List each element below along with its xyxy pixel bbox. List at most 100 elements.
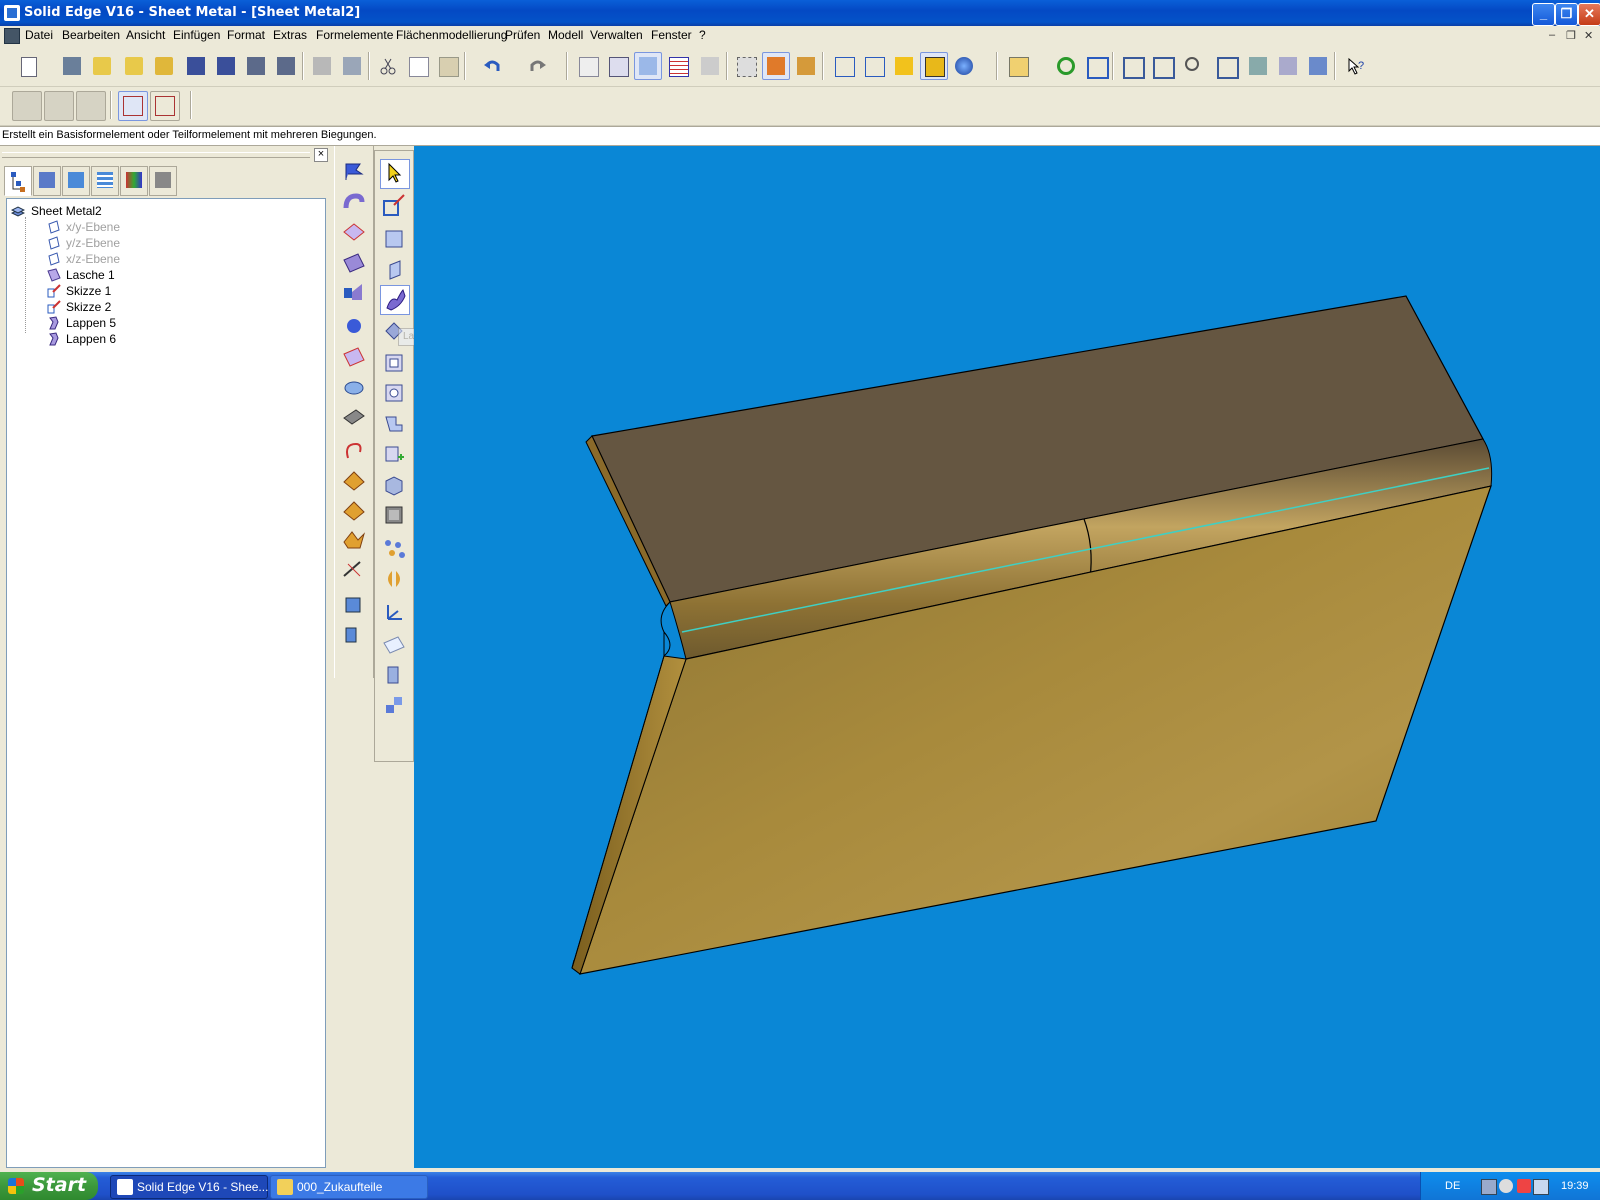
tab-tool-icon[interactable] [380, 225, 408, 253]
normal-cutout-tool-icon[interactable] [380, 379, 408, 407]
minimize-button[interactable]: _ [1532, 3, 1555, 26]
language-indicator[interactable]: DE [1445, 1180, 1460, 1192]
close-button[interactable]: ✕ [1578, 3, 1600, 26]
save-as-icon[interactable] [212, 52, 240, 80]
display-icon[interactable] [1533, 1179, 1549, 1195]
edge-select-icon[interactable] [12, 91, 42, 121]
menu-extras[interactable]: Extras [270, 28, 310, 42]
sketch-view-icon[interactable] [634, 52, 662, 80]
feature-library-tab[interactable] [62, 166, 90, 196]
menu-format[interactable]: Format [224, 28, 268, 42]
taskbar-item-solid-edge[interactable]: Solid Edge V16 - Shee... [110, 1175, 268, 1199]
render-icon[interactable] [950, 52, 978, 80]
edit-sketch-icon[interactable] [604, 52, 632, 80]
profile-step-icon[interactable] [118, 91, 148, 121]
thin-wall-tool-icon[interactable] [380, 501, 408, 529]
paste-icon[interactable] [434, 52, 462, 80]
zoom-icon[interactable] [1148, 52, 1176, 80]
mdi-restore-button[interactable]: ❐ [1566, 29, 1576, 42]
feature-playback-icon[interactable] [792, 52, 820, 80]
features-icon[interactable] [732, 52, 760, 80]
open-icon[interactable] [88, 52, 116, 80]
print-preview-icon[interactable] [338, 52, 366, 80]
save-all-icon[interactable] [242, 52, 270, 80]
refresh-icon[interactable] [1052, 52, 1080, 80]
open-recent-icon[interactable] [150, 52, 178, 80]
flag-feature-icon[interactable] [340, 158, 368, 186]
coordinate-system-icon[interactable] [380, 599, 408, 627]
select-arrow-icon[interactable] [380, 159, 410, 189]
feature-library-icon[interactable] [762, 52, 790, 80]
drawn-cutout-icon[interactable] [340, 372, 368, 400]
corner-icon[interactable] [340, 218, 368, 246]
sheet-metal-part[interactable] [414, 146, 1600, 1168]
copy-icon[interactable] [404, 52, 432, 80]
menu-datei[interactable]: Datei [22, 28, 56, 42]
mirror-tool-icon[interactable] [380, 565, 408, 593]
select-tool-icon[interactable] [696, 52, 724, 80]
dimple-icon[interactable] [340, 312, 368, 340]
engineering-reference-tab[interactable] [149, 166, 177, 196]
zoom-in-icon[interactable] [1180, 52, 1208, 80]
sketch-icon[interactable] [574, 52, 602, 80]
unbend-icon[interactable] [340, 436, 368, 464]
louver-icon[interactable] [340, 342, 368, 370]
thicken-icon[interactable] [340, 620, 368, 648]
panel-grip[interactable] [2, 152, 310, 158]
redo-icon[interactable] [524, 52, 552, 80]
cutout-tool-icon[interactable] [380, 349, 408, 377]
extent-step-icon[interactable] [150, 91, 180, 121]
shaded-icon[interactable] [890, 52, 918, 80]
wireframe-icon[interactable] [830, 52, 858, 80]
new-icon[interactable] [16, 52, 44, 80]
contour-flange-icon[interactable] [340, 278, 368, 306]
fit-all-icon[interactable] [1212, 52, 1240, 80]
hem-icon[interactable] [340, 188, 368, 216]
mdi-minimize-button[interactable]: – [1549, 29, 1555, 41]
shaded-visible-edges-icon[interactable] [920, 52, 948, 80]
face-select-icon[interactable] [44, 91, 74, 121]
rotate-icon[interactable] [1244, 52, 1272, 80]
save-copy-icon[interactable] [272, 52, 300, 80]
sketch-tool-icon[interactable] [380, 191, 408, 219]
family-of-parts-tab[interactable] [33, 166, 61, 196]
layers-tab[interactable] [91, 166, 119, 196]
bend-icon[interactable] [340, 248, 368, 276]
zoom-area-icon[interactable] [1004, 52, 1032, 80]
rebend-icon[interactable] [340, 466, 368, 494]
bead-icon[interactable] [340, 402, 368, 430]
table-icon[interactable] [664, 52, 692, 80]
mdi-close-button[interactable]: ✕ [1584, 29, 1593, 42]
sensors-tab[interactable] [120, 166, 148, 196]
network-icon[interactable] [1481, 1179, 1497, 1195]
menu-verwalten[interactable]: Verwalten [587, 28, 646, 42]
menu-flaechenmodellierung[interactable]: Flächenmodellierung [393, 28, 510, 42]
solid-tool-icon[interactable] [380, 471, 408, 499]
flange-tool-icon[interactable] [380, 255, 408, 283]
clock[interactable]: 19:39 [1561, 1180, 1589, 1192]
print-icon[interactable] [308, 52, 336, 80]
open-folder-icon[interactable] [120, 52, 148, 80]
panel-close-button[interactable]: × [314, 148, 328, 162]
model-viewport[interactable] [414, 146, 1600, 1168]
restore-button[interactable]: ❐ [1555, 3, 1578, 26]
menu-bearbeiten[interactable]: Bearbeiten [59, 28, 123, 42]
pattern-tool-icon[interactable] [380, 535, 408, 563]
reference-plane-icon[interactable] [380, 631, 408, 659]
break-corner-icon[interactable] [340, 496, 368, 524]
hidden-lines-icon[interactable] [860, 52, 888, 80]
save-icon[interactable] [182, 52, 210, 80]
whats-this-icon[interactable]: ? [1342, 52, 1370, 80]
undo-icon[interactable] [478, 52, 506, 80]
gusset-icon[interactable] [340, 526, 368, 554]
properties-icon[interactable] [58, 52, 86, 80]
contour-flange-tool-icon[interactable] [380, 285, 410, 315]
look-at-icon[interactable] [1274, 52, 1302, 80]
fit-icon[interactable] [1082, 52, 1110, 80]
menu-modell[interactable]: Modell [545, 28, 586, 42]
jog-tool-icon[interactable] [380, 409, 408, 437]
menu-pruefen[interactable]: Prüfen [502, 28, 543, 42]
menu-fenster[interactable]: Fenster [648, 28, 695, 42]
chain-select-icon[interactable] [76, 91, 106, 121]
cut-icon[interactable] [374, 52, 402, 80]
